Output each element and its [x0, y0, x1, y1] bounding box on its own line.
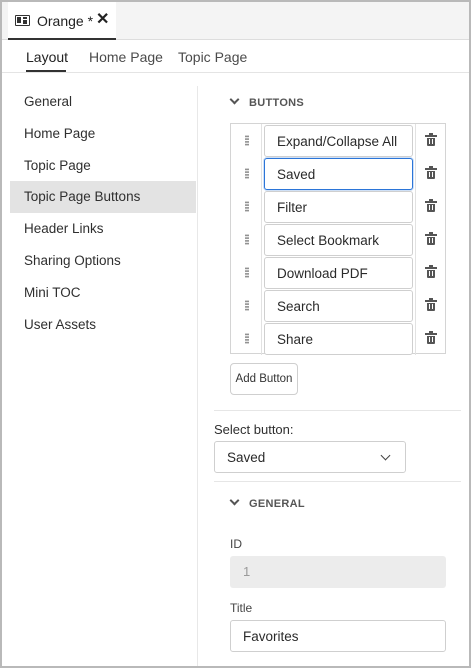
- delete-cell[interactable]: [415, 289, 445, 322]
- select-button-label: Select button:: [214, 422, 294, 437]
- delete-cell[interactable]: [415, 223, 445, 256]
- drag-handle-cell[interactable]: [231, 223, 262, 256]
- button-label-input[interactable]: [264, 191, 413, 223]
- trash-icon[interactable]: [425, 199, 437, 212]
- drag-handle-cell[interactable]: [231, 322, 262, 355]
- section-divider: [214, 410, 461, 411]
- button-row: [231, 124, 445, 157]
- chevron-down-icon[interactable]: [229, 94, 240, 105]
- sidebar-item-header-links[interactable]: Header Links: [10, 213, 196, 245]
- chevron-down-icon: [380, 450, 391, 461]
- drag-handle-icon[interactable]: [245, 333, 249, 344]
- trash-icon[interactable]: [425, 133, 437, 146]
- trash-icon[interactable]: [425, 331, 437, 344]
- button-label-input[interactable]: [264, 125, 413, 157]
- document-tab-title: Orange *: [37, 13, 94, 29]
- tab-home-page[interactable]: Home Page: [89, 49, 163, 65]
- delete-cell[interactable]: [415, 124, 445, 157]
- sidebar-item-home-page[interactable]: Home Page: [10, 118, 196, 150]
- settings-sidebar: General Home Page Topic Page Topic Page …: [10, 86, 196, 666]
- buttons-section-heading[interactable]: BUTTONS: [249, 97, 304, 109]
- document-tab-bar: Orange * ✕: [2, 2, 469, 40]
- select-button-value: Saved: [227, 450, 266, 465]
- trash-icon[interactable]: [425, 166, 437, 179]
- drag-handle-cell[interactable]: [231, 289, 262, 322]
- button-label-input[interactable]: [264, 257, 413, 289]
- tab-topic-page[interactable]: Topic Page: [178, 49, 247, 65]
- select-button-dropdown[interactable]: Saved: [214, 441, 406, 473]
- button-label-input[interactable]: [264, 323, 413, 355]
- drag-handle-icon[interactable]: [245, 234, 249, 245]
- title-label: Title: [230, 601, 253, 615]
- delete-cell[interactable]: [415, 157, 445, 190]
- delete-cell[interactable]: [415, 256, 445, 289]
- drag-handle-icon[interactable]: [245, 168, 249, 179]
- button-label-input[interactable]: [264, 224, 413, 256]
- section-divider: [214, 481, 461, 482]
- drag-handle-cell[interactable]: [231, 157, 262, 190]
- chevron-down-icon[interactable]: [229, 495, 240, 506]
- button-row: [231, 223, 445, 256]
- sidebar-item-general[interactable]: General: [10, 86, 196, 118]
- id-field: 1: [230, 556, 446, 588]
- document-tab[interactable]: Orange * ✕: [8, 2, 116, 40]
- trash-icon[interactable]: [425, 298, 437, 311]
- id-label: ID: [230, 537, 242, 551]
- sidebar-item-mini-toc[interactable]: Mini TOC: [10, 277, 196, 309]
- title-input[interactable]: [230, 620, 446, 652]
- drag-handle-cell[interactable]: [231, 256, 262, 289]
- sidebar-divider: [197, 86, 198, 666]
- add-button[interactable]: Add Button: [230, 363, 298, 395]
- document-layout-icon: [15, 15, 30, 26]
- button-row: [231, 289, 445, 322]
- button-row: [231, 256, 445, 289]
- general-section-heading[interactable]: GENERAL: [249, 498, 305, 510]
- sidebar-item-topic-page-buttons[interactable]: Topic Page Buttons: [10, 181, 196, 213]
- drag-handle-icon[interactable]: [245, 267, 249, 278]
- button-row: [231, 190, 445, 223]
- id-value: 1: [243, 564, 251, 579]
- button-row: [231, 322, 445, 355]
- drag-handle-icon[interactable]: [245, 135, 249, 146]
- button-label-input[interactable]: [264, 158, 413, 190]
- drag-handle-icon[interactable]: [245, 300, 249, 311]
- drag-handle-cell[interactable]: [231, 190, 262, 223]
- buttons-list: [230, 123, 446, 355]
- button-row: [231, 157, 445, 190]
- sidebar-item-user-assets[interactable]: User Assets: [10, 309, 196, 341]
- delete-cell[interactable]: [415, 190, 445, 223]
- drag-handle-cell[interactable]: [231, 124, 262, 157]
- delete-cell[interactable]: [415, 322, 445, 355]
- active-tab-indicator: [26, 70, 66, 72]
- settings-window: Orange * ✕ Layout Home Page Topic Page G…: [0, 0, 471, 668]
- trash-icon[interactable]: [425, 265, 437, 278]
- sidebar-item-sharing-options[interactable]: Sharing Options: [10, 245, 196, 277]
- close-icon[interactable]: ✕: [96, 11, 109, 29]
- sidebar-item-topic-page[interactable]: Topic Page: [10, 150, 196, 182]
- trash-icon[interactable]: [425, 232, 437, 245]
- subtab-bar: Layout Home Page Topic Page: [2, 41, 469, 73]
- drag-handle-icon[interactable]: [245, 201, 249, 212]
- tab-layout[interactable]: Layout: [26, 49, 68, 65]
- button-label-input[interactable]: [264, 290, 413, 322]
